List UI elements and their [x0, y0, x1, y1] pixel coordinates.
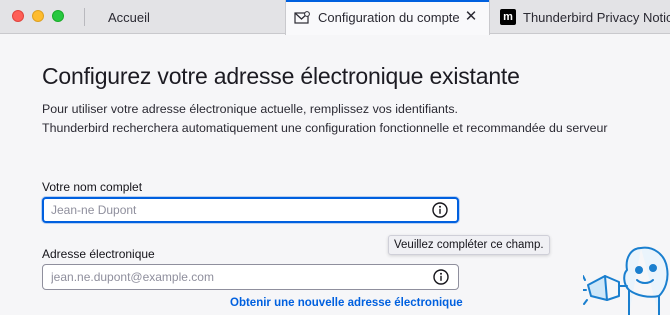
tab-privacy-label: Thunderbird Privacy Notice	[523, 9, 670, 25]
window-close-button[interactable]	[12, 10, 24, 22]
email-input[interactable]	[43, 265, 413, 289]
full-name-label: Votre nom complet	[42, 180, 143, 194]
info-icon[interactable]	[433, 269, 449, 285]
window-zoom-button[interactable]	[52, 10, 64, 22]
email-label: Adresse électronique	[42, 247, 155, 261]
page-description-line2: Thunderbird recherchera automatiquement …	[42, 121, 608, 135]
close-tab-icon[interactable]: ✕	[463, 9, 479, 25]
info-icon[interactable]	[432, 202, 448, 218]
mascot-illustration	[581, 240, 670, 315]
window-minimize-button[interactable]	[32, 10, 44, 22]
tab-privacy-notice[interactable]: m Thunderbird Privacy Notice	[492, 0, 670, 34]
tab-home-label: Accueil	[108, 9, 150, 25]
account-setup-icon	[294, 10, 310, 26]
tab-account-setup-label: Configuration du compte	[318, 10, 460, 25]
new-address-link[interactable]: Obtenir une nouvelle adresse électroniqu…	[230, 297, 463, 309]
tab-bar: Accueil Configuration du compte ✕ m Thun…	[0, 0, 670, 35]
tab-home[interactable]: Accueil	[90, 0, 280, 34]
validation-tooltip: Veuillez compléter ce champ.	[388, 235, 550, 255]
page-description-line1: Pour utiliser votre adresse électronique…	[42, 102, 458, 116]
full-name-input[interactable]	[44, 199, 414, 221]
page-title: Configurez votre adresse électronique ex…	[42, 63, 520, 89]
m-logo-icon: m	[500, 9, 516, 25]
full-name-field	[42, 197, 459, 223]
tab-account-setup[interactable]: Configuration du compte ✕	[285, 0, 490, 35]
email-field	[42, 264, 459, 290]
tab-separator	[84, 8, 85, 26]
